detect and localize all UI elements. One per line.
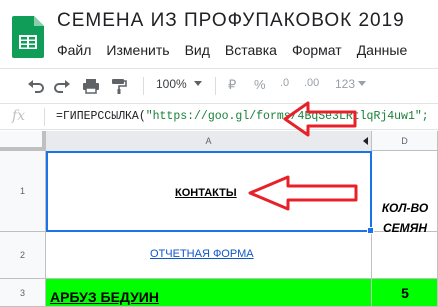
column-collapse-arrow-icon[interactable] <box>363 137 368 145</box>
variety-name: АРБУЗ БЕДУИН <box>50 289 159 305</box>
column-header-a[interactable]: A <box>46 131 372 151</box>
fill-handle[interactable] <box>367 227 374 234</box>
contacts-cell-text: КОНТАКТЫ <box>175 187 237 199</box>
formula-divider <box>44 108 45 126</box>
report-form-link[interactable]: ОТЧЕТНАЯ ФОРМА <box>150 248 254 260</box>
menu-file[interactable]: Файл <box>57 42 91 58</box>
menu-edit[interactable]: Изменить <box>106 42 169 58</box>
select-all-corner[interactable] <box>0 131 46 151</box>
cell-d2[interactable] <box>372 232 438 279</box>
toolbar-divider <box>215 77 216 95</box>
currency-format-button[interactable]: ₽ <box>228 77 236 93</box>
formula-function: =ГИПЕРССЫЛКА( <box>56 110 146 123</box>
formula-bar: fx =ГИПЕРССЫЛКА("https://goo.gl/forms/4B… <box>0 103 438 130</box>
google-sheets-icon[interactable] <box>12 16 44 58</box>
seed-count-header: КОЛ-ВО СЕМЯН <box>381 201 429 235</box>
undo-icon[interactable] <box>27 77 45 95</box>
toolbar: 100% ₽ % .0 .00 123 <box>0 68 438 102</box>
row-header-1[interactable]: 1 <box>0 151 46 232</box>
formula-input[interactable]: =ГИПЕРССЫЛКА("https://goo.gl/forms/4BqSe… <box>56 110 429 123</box>
zoom-select[interactable]: 100% <box>156 77 187 91</box>
menu-bar: Файл Изменить Вид Вставка Формат Данные <box>57 42 422 58</box>
print-icon[interactable] <box>82 77 100 95</box>
toolbar-divider <box>143 77 144 95</box>
chevron-down-icon[interactable] <box>358 81 366 87</box>
increase-decimal-button[interactable]: .00 <box>304 77 319 89</box>
chevron-down-icon[interactable] <box>194 81 202 87</box>
column-header-d[interactable]: D <box>372 131 438 151</box>
document-title[interactable]: СЕМЕНА ИЗ ПРОФУПАКОВОК 2019 <box>57 10 405 32</box>
decrease-decimal-button[interactable]: .0 <box>280 77 289 89</box>
formula-url: "https://goo.gl/forms/4BqSe3LRtlqRj4uw1"… <box>145 110 429 123</box>
paint-format-icon[interactable] <box>110 77 128 95</box>
more-formats-button[interactable]: 123 <box>335 77 355 91</box>
fx-icon: fx <box>12 108 26 124</box>
percent-format-button[interactable]: % <box>254 77 266 92</box>
redo-icon[interactable] <box>53 77 71 95</box>
menu-format[interactable]: Формат <box>292 42 342 58</box>
menu-insert[interactable]: Вставка <box>225 42 277 58</box>
menu-view[interactable]: Вид <box>185 42 210 58</box>
spreadsheet-grid: A D 1 2 3 КОНТАКТЫ КОЛ-ВО СЕМЯН ОТЧЕТНАЯ… <box>0 131 438 307</box>
menu-data[interactable]: Данные <box>357 42 408 58</box>
seed-quantity: 5 <box>401 285 409 301</box>
row-header-3[interactable]: 3 <box>0 279 46 307</box>
row-header-2[interactable]: 2 <box>0 232 46 279</box>
